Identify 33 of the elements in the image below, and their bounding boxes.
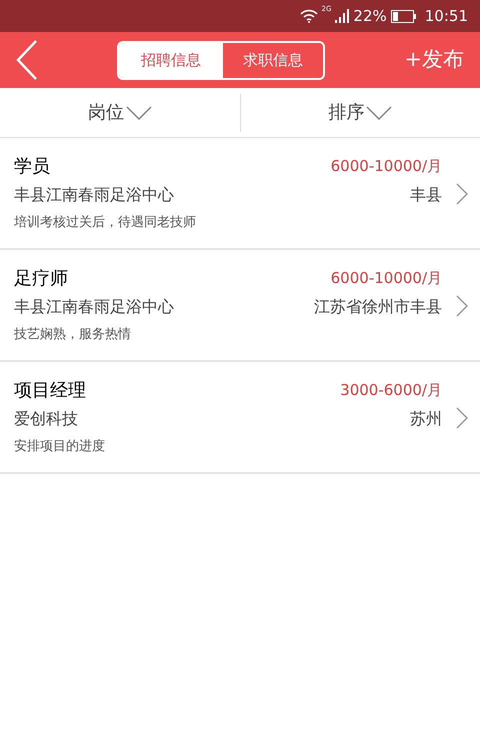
location: 丰县 — [410, 184, 442, 206]
battery-percent: 22% — [353, 6, 387, 27]
job-title: 学员 — [14, 154, 50, 178]
company-name: 丰县江南春雨足浴中心 — [14, 296, 174, 318]
chevron-right-icon — [456, 295, 468, 317]
location: 江苏省徐州市丰县 — [314, 296, 442, 318]
location: 苏州 — [410, 408, 442, 430]
chevron-right-icon — [456, 407, 468, 429]
chevron-right-icon — [456, 183, 468, 205]
job-description: 培训考核过关后，待遇同老技师 — [14, 214, 196, 232]
job-description: 技艺娴熟，服务热情 — [14, 326, 131, 344]
job-description: 安排项目的进度 — [14, 438, 105, 456]
company-name: 爱创科技 — [14, 408, 78, 430]
chevron-down-icon — [126, 106, 152, 120]
filter-dropdown[interactable]: 排序 — [328, 99, 392, 126]
salary: 6000-10000/月 — [330, 156, 442, 177]
job-item[interactable]: 学员 6000-10000/月 丰县江南春雨足浴中心 丰县 培训考核过关后，待遇同老技师 — [0, 138, 480, 250]
job-title: 足疗师 — [14, 266, 68, 290]
battery-icon — [390, 10, 417, 22]
job-title: 项目经理 — [14, 378, 86, 402]
signal-icon — [335, 9, 350, 23]
company-name: 丰县江南春雨足浴中心 — [14, 184, 174, 206]
chevron-down-icon — [366, 106, 392, 120]
tab[interactable]: 招聘信息 — [119, 42, 224, 78]
publish-button[interactable]: +发布 — [404, 44, 464, 76]
back-icon[interactable] — [16, 40, 38, 80]
wifi-icon — [300, 9, 318, 23]
salary: 3000-6000/月 — [340, 380, 442, 401]
salary: 6000-10000/月 — [330, 268, 442, 289]
clock: 10:51 — [424, 6, 468, 27]
job-item[interactable]: 足疗师 6000-10000/月 丰县江南春雨足浴中心 江苏省徐州市丰县 技艺娴熟，服务热情 — [0, 250, 480, 362]
filter-dropdown[interactable]: 岗位 — [88, 99, 152, 126]
job-item[interactable]: 项目经理 3000-6000/月 爱创科技 苏州 安排项目的进度 — [0, 362, 480, 474]
